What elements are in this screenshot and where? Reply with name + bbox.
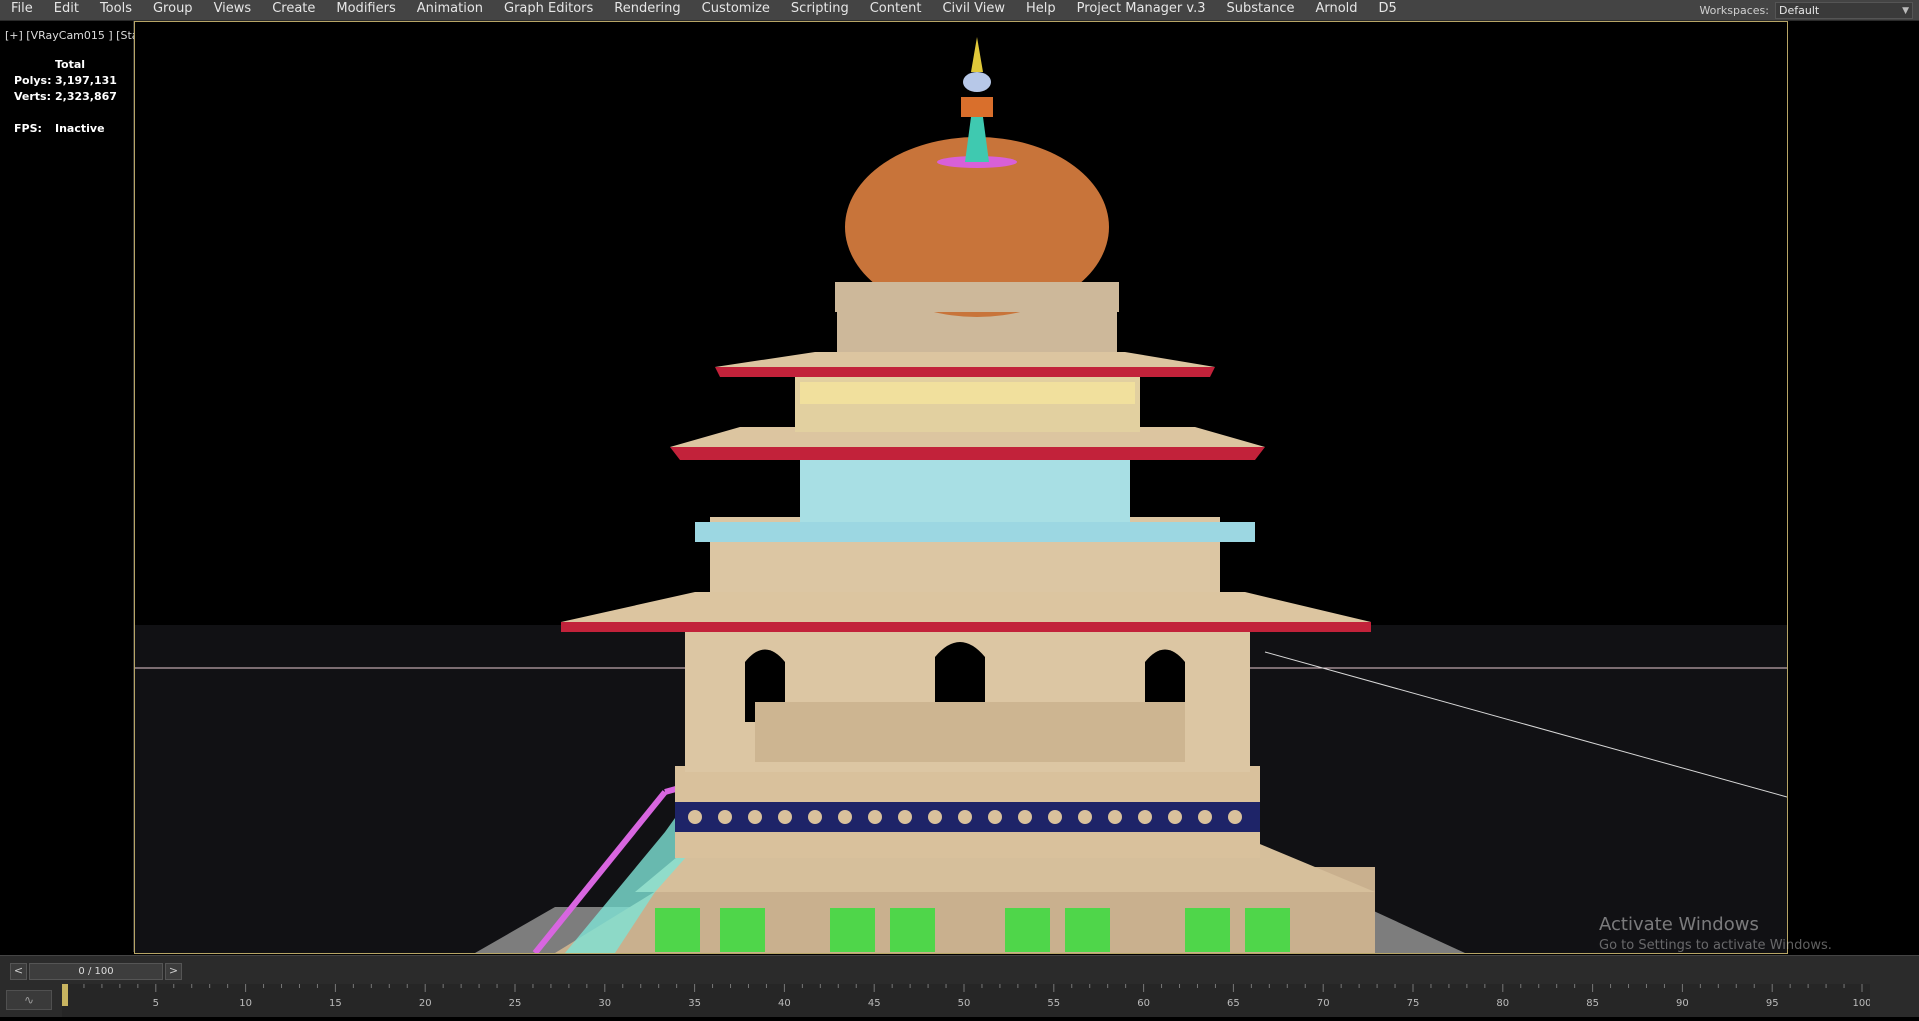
fps-value: Inactive	[55, 122, 105, 135]
tick-label: 85	[1586, 998, 1599, 1009]
menu-bar: File Edit Tools Group Views Create Modifiers An…	[0, 0, 1919, 21]
tick-label: 50	[958, 998, 971, 1009]
track-ticks[interactable]: 5 10 15 20 25 30 35 40 45 50 55 60 65 70 75 80 85 90 95 100	[62, 984, 1872, 1017]
track-tick-marks: 5 10 15 20 25 30 35 40 45 50 55 60 65 70 75 80 85 90 95 100	[65, 984, 1872, 1009]
tick-label: 45	[868, 998, 881, 1009]
current-frame-marker[interactable]	[62, 984, 68, 1006]
tick-label: 65	[1227, 998, 1240, 1009]
activate-windows-title: Activate Windows	[1599, 914, 1759, 935]
workspaces-value: Default	[1779, 3, 1820, 17]
viewport-stats-panel	[0, 21, 134, 952]
scene-statistics: Total Polys: 3,197,131 Verts: 2,323,867 FP…	[14, 58, 117, 138]
menu-item-customize[interactable]: Customize	[691, 0, 780, 20]
tick-label: 70	[1317, 998, 1330, 1009]
camera-viewport[interactable]	[134, 21, 1788, 954]
tick-label: 90	[1676, 998, 1689, 1009]
temple-render	[135, 37, 1787, 953]
tick-label: 55	[1047, 998, 1060, 1009]
menu-item-project-manager-v-3[interactable]: Project Manager v.3	[1066, 0, 1216, 20]
curve-editor-toggle[interactable]: ∿	[6, 990, 52, 1010]
menu-item-graph-editors[interactable]: Graph Editors	[493, 0, 603, 20]
workspaces: Workspaces: Default ▼	[1699, 0, 1913, 20]
menu-item-help[interactable]: Help	[1015, 0, 1066, 20]
workspaces-label: Workspaces:	[1699, 3, 1769, 17]
time-slider-row: < 0 / 100 >	[10, 962, 182, 980]
tick-label: 10	[239, 998, 252, 1009]
menu-item-file[interactable]: File	[0, 0, 43, 20]
time-slider[interactable]: 0 / 100	[29, 962, 163, 980]
activate-windows-subtitle: Go to Settings to activate Windows.	[1599, 938, 1832, 953]
curve-editor-icon: ∿	[24, 993, 35, 1007]
previous-frame-button[interactable]: <	[10, 962, 27, 980]
menu-item-create[interactable]: Create	[261, 0, 325, 20]
menu-item-scripting[interactable]: Scripting	[780, 0, 859, 20]
menu-item-animation[interactable]: Animation	[406, 0, 493, 20]
polys-value: 3,197,131	[55, 74, 117, 87]
tick-label: 5	[153, 998, 159, 1009]
tick-label: 15	[329, 998, 342, 1009]
stats-header: Total	[55, 58, 86, 71]
menu-item-modifiers[interactable]: Modifiers	[325, 0, 405, 20]
tick-label: 20	[419, 998, 432, 1009]
viewport-right-margin	[1788, 21, 1919, 952]
menu-item-d5[interactable]: D5	[1368, 0, 1407, 20]
tick-label: 80	[1496, 998, 1509, 1009]
tick-label: 40	[778, 998, 791, 1009]
menu-item-content[interactable]: Content	[859, 0, 932, 20]
menu-item-civil-view[interactable]: Civil View	[931, 0, 1015, 20]
fps-label: FPS:	[14, 122, 42, 135]
workspaces-dropdown[interactable]: Default ▼	[1775, 1, 1913, 19]
menu-items: File Edit Tools Group Views Create Modifiers An…	[0, 0, 1407, 20]
menu-item-group[interactable]: Group	[142, 0, 203, 20]
timeline: < 0 / 100 > ∿ 5 10 15 20 25 30 35 40 45 50 55 60 65 7…	[0, 955, 1919, 1017]
verts-label: Verts:	[14, 90, 52, 103]
tick-label: 75	[1407, 998, 1420, 1009]
tick-label: 25	[509, 998, 522, 1009]
verts-value: 2,323,867	[55, 90, 117, 103]
tick-label: 95	[1766, 998, 1779, 1009]
tick-label: 35	[688, 998, 701, 1009]
tick-label: 60	[1137, 998, 1150, 1009]
menu-item-tools[interactable]: Tools	[89, 0, 142, 20]
tick-label: 100	[1852, 998, 1870, 1009]
tick-label: 30	[598, 998, 611, 1009]
menu-item-substance[interactable]: Substance	[1216, 0, 1305, 20]
polys-label: Polys:	[14, 74, 52, 87]
track-bar[interactable]: ∿ 5 10 15 20 25 30 35 40 45 50 55 60 65 70 75 80 85 90 95 1…	[0, 984, 1919, 1017]
menu-item-rendering[interactable]: Rendering	[603, 0, 690, 20]
next-frame-button[interactable]: >	[165, 962, 182, 980]
chevron-down-icon: ▼	[1902, 5, 1909, 16]
menu-item-views[interactable]: Views	[203, 0, 262, 20]
menu-item-arnold[interactable]: Arnold	[1304, 0, 1367, 20]
menu-item-edit[interactable]: Edit	[43, 0, 89, 20]
